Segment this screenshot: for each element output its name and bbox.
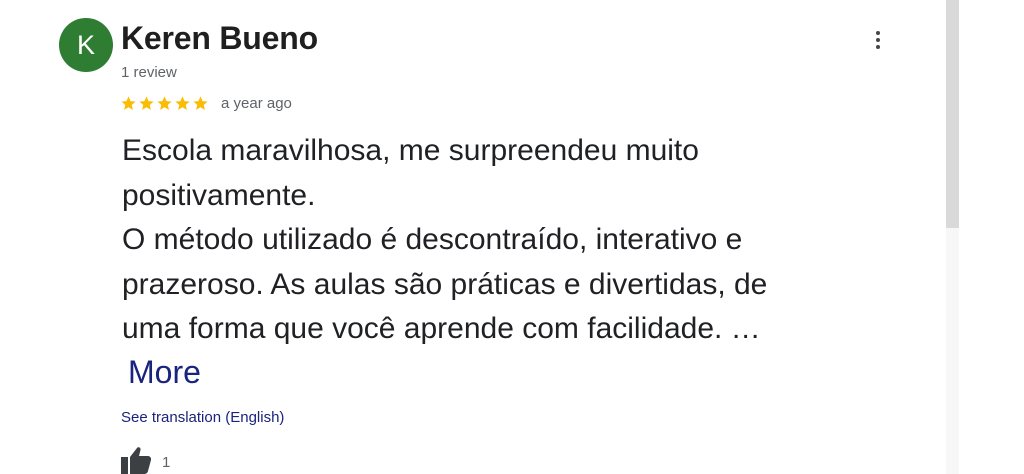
see-translation-link[interactable]: See translation (English) <box>121 409 284 426</box>
reviewer-review-count: 1 review <box>121 64 177 81</box>
review-text-line: positivamente. <box>122 178 316 212</box>
like-button[interactable] <box>120 446 152 474</box>
star-rating <box>120 95 209 112</box>
review-text-line: O método utilizado é descontraído, inter… <box>122 223 743 256</box>
review-time: a year ago <box>221 94 292 112</box>
review-text-line: prazeroso. As aulas são práticas e diver… <box>122 267 768 301</box>
review-text-line: uma forma que você aprende com facilidad… <box>122 312 761 345</box>
star-icon <box>121 95 136 110</box>
star-icon <box>139 95 154 110</box>
review-card: K Keren Bueno 1 review a year ago Escola… <box>0 0 1024 474</box>
star-icon <box>157 95 172 110</box>
thumbs-up-icon <box>121 447 152 474</box>
review-text: Escola maravilhosa, me surpreendeu muito… <box>122 129 922 352</box>
more-button[interactable]: More <box>128 354 201 391</box>
avatar-letter: K <box>76 29 95 60</box>
more-vert-icon <box>876 31 880 49</box>
avatar[interactable]: K <box>59 18 113 72</box>
more-options-button[interactable] <box>866 26 890 54</box>
star-icon <box>193 95 208 110</box>
reviewer-name[interactable]: Keren Bueno <box>121 20 318 57</box>
review-text-line: Escola maravilhosa, me surpreendeu muito <box>122 134 699 167</box>
like-row: 1 <box>120 446 170 474</box>
star-icon <box>175 95 190 110</box>
scrollbar-track[interactable] <box>946 228 959 474</box>
like-count: 1 <box>162 454 171 471</box>
rating-row: a year ago <box>120 92 292 114</box>
scrollbar-thumb[interactable] <box>946 0 959 228</box>
